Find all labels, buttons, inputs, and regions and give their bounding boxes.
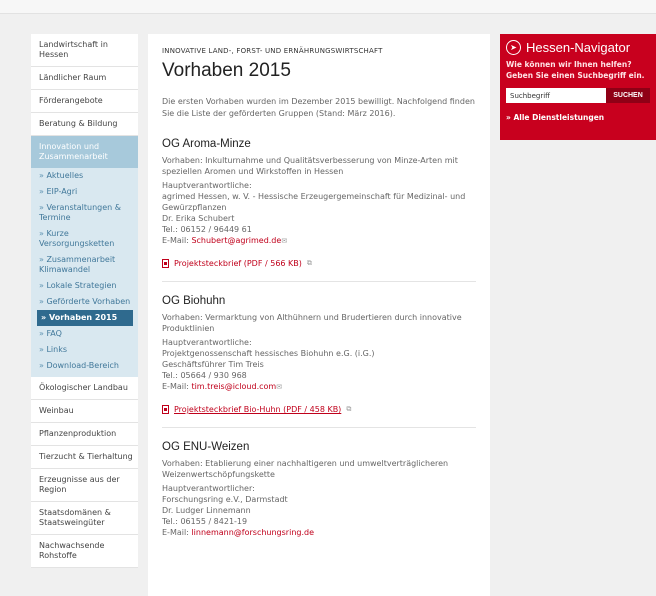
sidebar-item-pflanzenproduktion[interactable]: Pflanzenproduktion (31, 423, 138, 446)
sidebar-item-beratung[interactable]: Beratung & Bildung (31, 113, 138, 136)
subnav-label: Zusammenarbeit Klimawandel (39, 255, 116, 274)
search-row: SUCHEN (506, 88, 652, 103)
group-title: OG Biohuhn (162, 295, 226, 307)
search-button[interactable]: SUCHEN (606, 88, 650, 103)
pdf-link-label: Projektsteckbrief Bio-Huhn (PDF / 458 KB… (174, 405, 342, 414)
group-vorhaben: Vorhaben: Vermarktung von Althühnern und… (162, 313, 462, 333)
email-line: E-Mail: tim.treis@icloud.com✉ (162, 381, 476, 393)
external-link-icon: ⧉ (306, 259, 312, 267)
group-enu-weizen: OG ENU-Weizen Vorhaben: Etablierung eine… (162, 441, 476, 551)
subnav-label: Geförderte Vorhaben (46, 297, 131, 306)
email-label: E-Mail: (162, 382, 192, 391)
pdf-link[interactable]: Projektsteckbrief (PDF / 566 KB) ⧉ (162, 259, 476, 268)
page-title: Vorhaben 2015 (162, 60, 291, 81)
contact-line: Dr. Ludger Linnemann (162, 506, 251, 515)
subnav-label: Vorhaben 2015 (48, 313, 118, 322)
email-line: E-Mail: linnemann@forschungsring.de (162, 527, 476, 538)
pdf-icon (162, 405, 169, 414)
group-vorhaben: Vorhaben: Inkulturnahme und Qualitätsver… (162, 156, 458, 176)
hessen-navigator-subtitle: Wie können wir Ihnen helfen? Geben Sie e… (506, 60, 645, 80)
subnav-item-aktuelles[interactable]: » Aktuelles (31, 168, 138, 184)
contact-line: Forschungsring e.V., Darmstadt (162, 495, 288, 504)
page-intro: Die ersten Vorhaben wurden im Dezember 2… (162, 97, 475, 118)
sidebar-item-weinbau[interactable]: Weinbau (31, 400, 138, 423)
subnav-item-versorgungsketten[interactable]: » Kurze Versorgungsketten (31, 226, 138, 252)
pdf-link-label: Projektsteckbrief (PDF / 566 KB) (174, 259, 302, 268)
search-input[interactable] (506, 88, 606, 103)
group-title: OG Aroma-Minze (162, 138, 251, 150)
mail-icon: ✉ (281, 237, 288, 245)
page-kicker: INNOVATIVE LAND-, FORST- UND ERNÄHRUNGSW… (162, 47, 383, 55)
navigation-arrow-icon: ➤ (506, 40, 521, 55)
email-link[interactable]: linnemann@forschungsring.de (191, 528, 314, 537)
subnav-label: Lokale Strategien (46, 281, 117, 290)
subnav-label: Veranstaltungen & Termine (39, 203, 122, 222)
subnav-item-links[interactable]: » Links (31, 342, 138, 358)
subnav-item-klimawandel[interactable]: » Zusammenarbeit Klimawandel (31, 252, 138, 278)
contact-line: Dr. Erika Schubert (162, 214, 235, 223)
group-aroma-minze: OG Aroma-Minze Vorhaben: Inkulturnahme u… (162, 138, 476, 282)
contact-line: Projektgenossenschaft hessisches Biohuhn… (162, 349, 375, 358)
sidebar-item-innovation[interactable]: Innovation und Zusammenarbeit (31, 136, 138, 168)
sidebar-item-tierzucht[interactable]: Tierzucht & Tierhaltung (31, 446, 138, 469)
top-bar (0, 0, 656, 14)
subnav-label: Aktuelles (46, 171, 84, 180)
hessen-navigator-header: ➤ Hessen-Navigator (500, 34, 656, 55)
contact-line: Hauptverantwortliche: (162, 338, 252, 347)
subnav-item-vorhaben-2015[interactable]: » Vorhaben 2015 (37, 310, 133, 326)
main-content: INNOVATIVE LAND-, FORST- UND ERNÄHRUNGSW… (148, 34, 490, 596)
group-contact: Hauptverantwortlicher: Forschungsring e.… (162, 483, 476, 538)
subnav-label: Links (46, 345, 67, 354)
subnav-label: Download-Bereich (46, 361, 119, 370)
group-biohuhn: OG Biohuhn Vorhaben: Vermarktung von Alt… (162, 295, 476, 428)
contact-line: Tel.: 06155 / 8421-19 (162, 517, 248, 526)
hessen-navigator: ➤ Hessen-Navigator Wie können wir Ihnen … (500, 34, 656, 140)
pdf-icon (162, 259, 169, 268)
contact-line: Hauptverantwortliche: (162, 181, 252, 190)
sidebar-subnav: » Aktuelles » EIP-Agri » Veranstaltungen… (31, 168, 138, 377)
email-label: E-Mail: (162, 236, 192, 245)
sidebar-nav: Landwirtschaft in Hessen Ländlicher Raum… (31, 34, 138, 568)
group-contact: Hauptverantwortliche: Projektgenossensch… (162, 337, 476, 393)
sidebar-item-landwirtschaft[interactable]: Landwirtschaft in Hessen (31, 34, 138, 67)
sidebar-item-nachwachsende-rohstoffe[interactable]: Nachwachsende Rohstoffe (31, 535, 138, 568)
subnav-item-lokale-strategien[interactable]: » Lokale Strategien (31, 278, 138, 294)
subnav-item-download[interactable]: » Download-Bereich (31, 358, 138, 374)
external-link-icon: ⧉ (346, 405, 352, 413)
contact-line: Tel.: 05664 / 930 968 (162, 371, 247, 380)
contact-line: Geschäftsführer Tim Treis (162, 360, 264, 369)
subnav-item-gefoerderte-vorhaben[interactable]: » Geförderte Vorhaben (31, 294, 138, 310)
group-vorhaben: Vorhaben: Etablierung einer nachhaltiger… (162, 459, 449, 479)
contact-line: Hauptverantwortlicher: (162, 484, 255, 493)
subnav-label: EIP-Agri (46, 187, 78, 196)
sidebar-item-staatsdomaenen[interactable]: Staatsdomänen & Staatsweingüter (31, 502, 138, 535)
group-title: OG ENU-Weizen (162, 441, 250, 453)
email-link[interactable]: Schubert@agrimed.de (191, 236, 281, 245)
group-contact: Hauptverantwortliche: agrimed Hessen, w.… (162, 180, 476, 247)
sidebar-item-foerderangebote[interactable]: Förderangebote (31, 90, 138, 113)
email-line: E-Mail: Schubert@agrimed.de✉ (162, 235, 476, 247)
subnav-item-veranstaltungen[interactable]: » Veranstaltungen & Termine (31, 200, 138, 226)
sidebar-item-laendlicher-raum[interactable]: Ländlicher Raum (31, 67, 138, 90)
subnav-label: Kurze Versorgungsketten (39, 229, 115, 248)
email-link[interactable]: tim.treis@icloud.com (191, 382, 276, 391)
sidebar-item-oekolandbau[interactable]: Ökologischer Landbau (31, 377, 138, 400)
contact-line: Tel.: 06152 / 96449 61 (162, 225, 252, 234)
bullet-icon: » (41, 313, 49, 322)
subnav-item-faq[interactable]: » FAQ (31, 326, 138, 342)
hessen-navigator-title: Hessen-Navigator (526, 40, 631, 55)
sidebar-item-erzeugnisse[interactable]: Erzeugnisse aus der Region (31, 469, 138, 502)
subnav-label: FAQ (46, 329, 62, 338)
email-label: E-Mail: (162, 528, 192, 537)
contact-line: agrimed Hessen, w. V. - Hessische Erzeug… (162, 192, 466, 212)
mail-icon: ✉ (276, 383, 283, 391)
all-services-link[interactable]: » Alle Dienstleistungen (500, 103, 656, 122)
pdf-link[interactable]: Projektsteckbrief Bio-Huhn (PDF / 458 KB… (162, 405, 476, 414)
subnav-item-eip-agri[interactable]: » EIP-Agri (31, 184, 138, 200)
